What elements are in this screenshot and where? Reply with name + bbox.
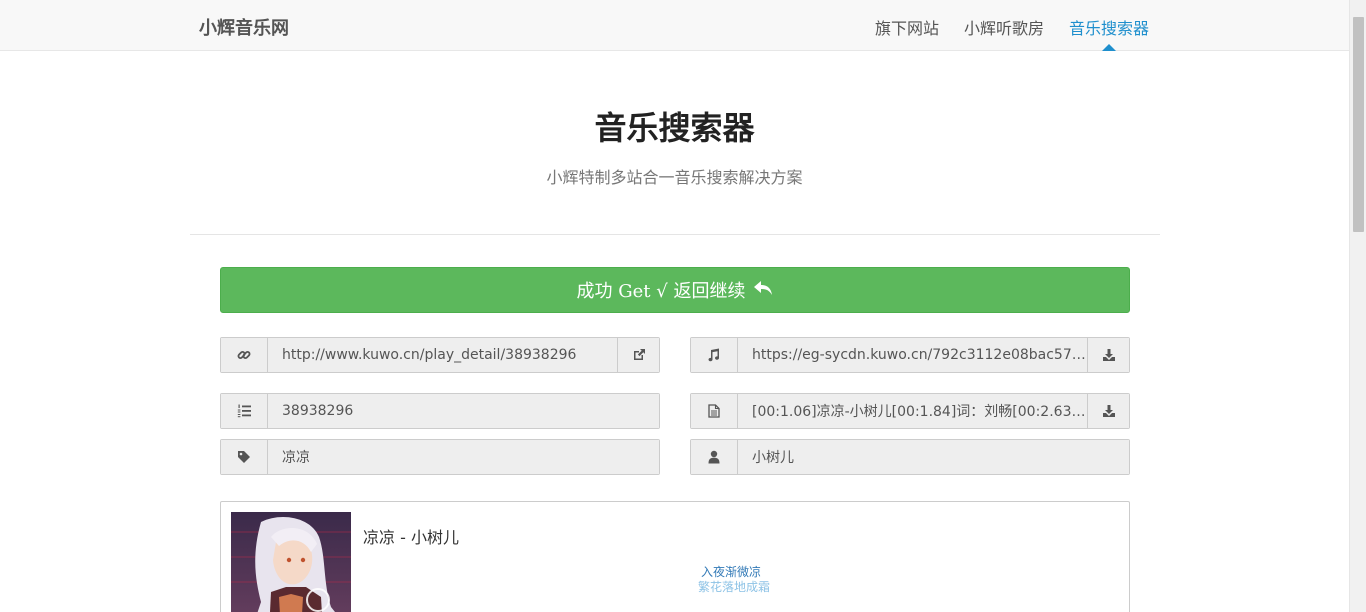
file-text-icon <box>691 394 738 428</box>
external-link-icon[interactable] <box>617 338 659 372</box>
reply-icon <box>753 279 773 302</box>
music-url-input[interactable]: https://eg-sycdn.kuwo.cn/792c3112e08bac5… <box>738 338 1087 372</box>
artist-input[interactable]: 小树儿 <box>738 440 1129 474</box>
brand-logo[interactable]: 小辉音乐网 <box>199 14 289 40</box>
vertical-scrollbar[interactable] <box>1349 0 1366 612</box>
song-id-input[interactable]: 38938296 <box>268 394 659 428</box>
scrollbar-thumb[interactable] <box>1353 17 1364 232</box>
user-icon <box>691 440 738 474</box>
tag-icon <box>221 440 268 474</box>
artist-field: 小树儿 <box>690 439 1130 475</box>
nav-item-sites[interactable]: 旗下网站 <box>875 15 939 39</box>
song-id-field: 38938296 <box>220 393 660 429</box>
page: 小辉音乐网 旗下网站 小辉听歌房 音乐搜索器 音乐搜索器 小辉特制多站合一音乐搜… <box>0 0 1349 612</box>
page-title: 音乐搜索器 <box>594 109 755 147</box>
nav-item-music-search[interactable]: 音乐搜索器 <box>1069 15 1149 39</box>
music-url-field: https://eg-sycdn.kuwo.cn/792c3112e08bac5… <box>690 337 1130 373</box>
nav-item-listening-room[interactable]: 小辉听歌房 <box>964 15 1044 39</box>
download-icon[interactable] <box>1087 338 1129 372</box>
lyric-next-line: 繁花落地成霜 <box>698 580 771 594</box>
active-nav-indicator <box>1102 44 1116 51</box>
top-navbar: 小辉音乐网 旗下网站 小辉听歌房 音乐搜索器 <box>0 0 1349 51</box>
album-cover[interactable] <box>231 512 351 612</box>
success-back-button[interactable]: 成功 Get √ 返回继续 <box>220 267 1130 313</box>
success-back-label: 成功 Get √ 返回继续 <box>576 281 746 302</box>
song-name-input[interactable]: 凉凉 <box>268 440 659 474</box>
source-link-input[interactable]: http://www.kuwo.cn/play_detail/38938296 <box>268 338 617 372</box>
divider <box>190 234 1160 235</box>
music-note-icon <box>691 338 738 372</box>
source-link-field: http://www.kuwo.cn/play_detail/38938296 <box>220 337 660 373</box>
link-icon <box>221 338 268 372</box>
music-player: 凉凉 - 小树儿 入夜渐微凉 繁花落地成霜 <box>220 501 1130 612</box>
lyrics-download-icon[interactable] <box>1087 394 1129 428</box>
lyrics-input[interactable]: [00:1.06]凉凉-小树儿[00:1.84]词：刘畅[00:2.63]曲..… <box>738 394 1087 428</box>
player-song-title: 凉凉 - 小树儿 <box>363 528 459 547</box>
lyrics-field: [00:1.06]凉凉-小树儿[00:1.84]词：刘畅[00:2.63]曲..… <box>690 393 1130 429</box>
list-ol-icon <box>221 394 268 428</box>
page-subtitle: 小辉特制多站合一音乐搜索解决方案 <box>546 168 803 187</box>
song-name-field: 凉凉 <box>220 439 660 475</box>
